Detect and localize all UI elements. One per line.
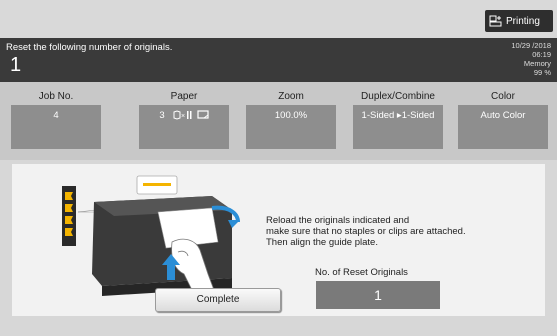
zoom-label: Zoom xyxy=(278,91,304,102)
status-bar: Printing xyxy=(0,0,557,38)
paper-label: Paper xyxy=(170,91,198,102)
memory-value: 99 % xyxy=(533,68,551,77)
zoom-column: Zoom 100.0% xyxy=(246,91,336,149)
message-text: Reset the following number of originals. xyxy=(6,42,173,53)
instruction-line-3: Then align the guide plate. xyxy=(266,237,378,248)
job-number-label: Job No. xyxy=(38,91,74,102)
original-count: 1 xyxy=(10,54,22,76)
complete-button[interactable]: Complete xyxy=(155,288,281,312)
paper-column: Paper 3 × xyxy=(139,91,229,149)
printing-button[interactable]: Printing xyxy=(485,10,553,32)
zoom-value: 100.0% xyxy=(246,105,336,149)
time-text: 06:19 xyxy=(532,50,551,59)
duplex-label: Duplex/Combine xyxy=(361,91,435,102)
date-text: 10/29 /2018 xyxy=(511,41,551,50)
instruction-line-1: Reload the originals indicated and xyxy=(266,215,410,226)
date-memory-block: 10/29 /2018 06:19 Memory 99 % xyxy=(511,41,551,77)
paper-orientation-icon xyxy=(197,110,209,119)
duplex-value: 1-Sided ▸1-Sided xyxy=(353,105,443,149)
job-number-column: Job No. 4 xyxy=(11,91,101,149)
color-column: Color Auto Color xyxy=(458,91,548,149)
instruction-line-2: make sure that no staples or clips are a… xyxy=(266,226,466,237)
reset-originals-label: No. of Reset Originals xyxy=(315,267,408,278)
job-number-value: 4 xyxy=(11,105,101,149)
duplex-column: Duplex/Combine 1-Sided ▸1-Sided xyxy=(353,91,443,149)
job-info-area: Job No. 4 Paper 3 × Zoom 100.0% Duplex/C… xyxy=(0,82,557,160)
message-bar: Reset the following number of originals.… xyxy=(0,38,557,82)
color-label: Color xyxy=(491,91,515,102)
svg-text:×: × xyxy=(181,113,185,120)
paper-icons: × xyxy=(173,110,209,120)
guide-plate-indicator xyxy=(136,175,178,195)
paper-tray-number: 3 xyxy=(159,110,165,121)
reset-originals-count: 1 xyxy=(316,281,440,309)
printing-label: Printing xyxy=(506,15,540,27)
original-pages-icon xyxy=(62,186,76,246)
paper-size-icon: × xyxy=(173,110,192,120)
color-value: Auto Color xyxy=(458,105,548,149)
printer-icon xyxy=(489,15,502,27)
instructions-text: Reload the originals indicated and make … xyxy=(266,215,466,248)
paper-value-box: 3 × xyxy=(139,105,229,149)
memory-label: Memory xyxy=(523,59,551,68)
